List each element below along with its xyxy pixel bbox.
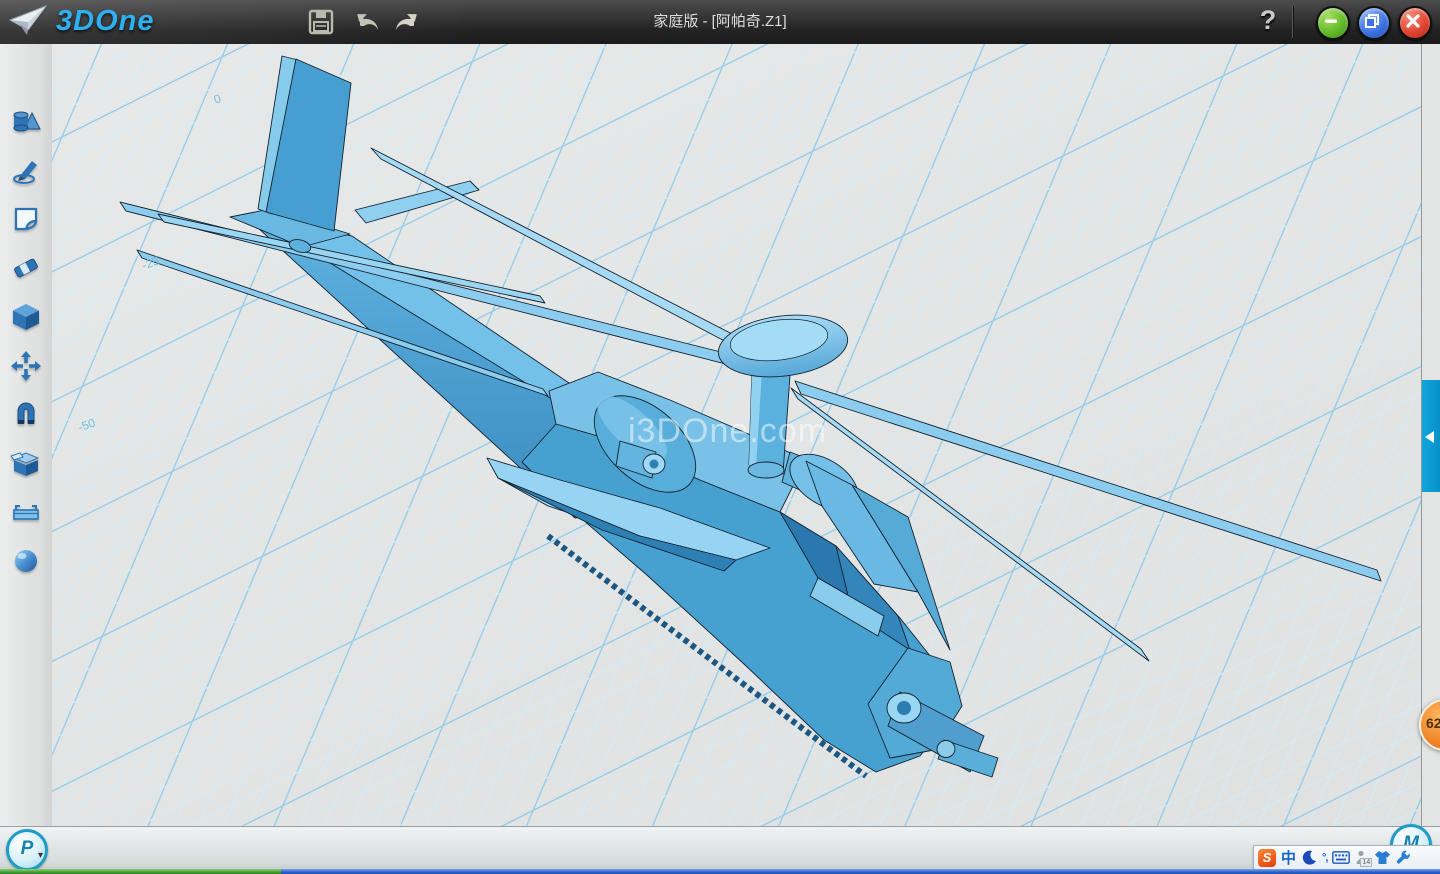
skin-tshirt-icon[interactable] [1374, 850, 1391, 865]
assembly-box-icon[interactable] [10, 448, 42, 480]
save-button[interactable] [306, 7, 336, 37]
chevron-left-icon [1425, 431, 1434, 443]
3d-viewport[interactable]: i3DOne.com 0 -25 -50 108. 089 mm [52, 44, 1421, 826]
user-count-icon[interactable]: 14 [1355, 850, 1369, 865]
bottom-toolbar: 全部 [0, 826, 1440, 869]
app-logo: 3DOne [8, 4, 154, 38]
undo-button[interactable] [352, 7, 382, 37]
quick-menu-caret[interactable]: ▾ [38, 850, 43, 861]
material-sphere-icon[interactable] [10, 545, 42, 577]
close-button[interactable] [1398, 6, 1432, 40]
moon-mode-icon[interactable] [1301, 850, 1317, 866]
user-count-label: 14 [1360, 858, 1372, 867]
paper-plane-icon [8, 4, 48, 38]
sketch-draw-icon[interactable] [10, 155, 42, 187]
badge-count: 62 [1426, 715, 1440, 731]
punctuation-toggle[interactable]: °, [1322, 852, 1327, 864]
redo-button[interactable] [392, 7, 422, 37]
minimize-button[interactable] [1316, 6, 1350, 40]
helicopter-model[interactable]: i3DOne.com [52, 44, 1421, 826]
taskbar-blue-segment[interactable] [281, 869, 1440, 874]
ime-toolbar: S 中 °, 14 [1253, 845, 1440, 870]
panel-collapse-tab[interactable] [1422, 380, 1440, 492]
help-button[interactable]: ? [1254, 5, 1282, 39]
eraser-trim-icon[interactable] [10, 252, 42, 284]
p-label: P [21, 838, 34, 860]
feature-cube-icon[interactable] [10, 301, 42, 333]
watermark-text: i3DOne.com [628, 412, 827, 450]
settings-wrench-icon[interactable] [1396, 850, 1411, 865]
windows-taskbar [0, 869, 1440, 874]
brand-text: 3DOne [56, 5, 154, 38]
primitive-solids-icon[interactable] [10, 106, 42, 138]
restore-button[interactable] [1357, 6, 1391, 40]
left-toolbar [0, 44, 53, 826]
magnet-snap-icon[interactable] [10, 399, 42, 431]
soft-keyboard-icon[interactable] [1332, 851, 1350, 864]
titlebar: 3DOne 家庭版 - [阿帕奇.Z1] ? [0, 0, 1440, 45]
sogou-logo-icon[interactable]: S [1258, 849, 1276, 867]
chinese-mode-toggle[interactable]: 中 [1281, 847, 1296, 868]
sketch-plane-icon[interactable] [10, 203, 42, 235]
titlebar-separator [1292, 6, 1293, 38]
3done-window: 3DOne 家庭版 - [阿帕奇.Z1] ? [0, 0, 1440, 874]
taskbar-green-segment[interactable] [0, 869, 281, 874]
move-transform-icon[interactable] [10, 350, 42, 382]
window-title: 家庭版 - [阿帕奇.Z1] [0, 0, 1440, 44]
section-banner-icon[interactable] [10, 496, 42, 528]
